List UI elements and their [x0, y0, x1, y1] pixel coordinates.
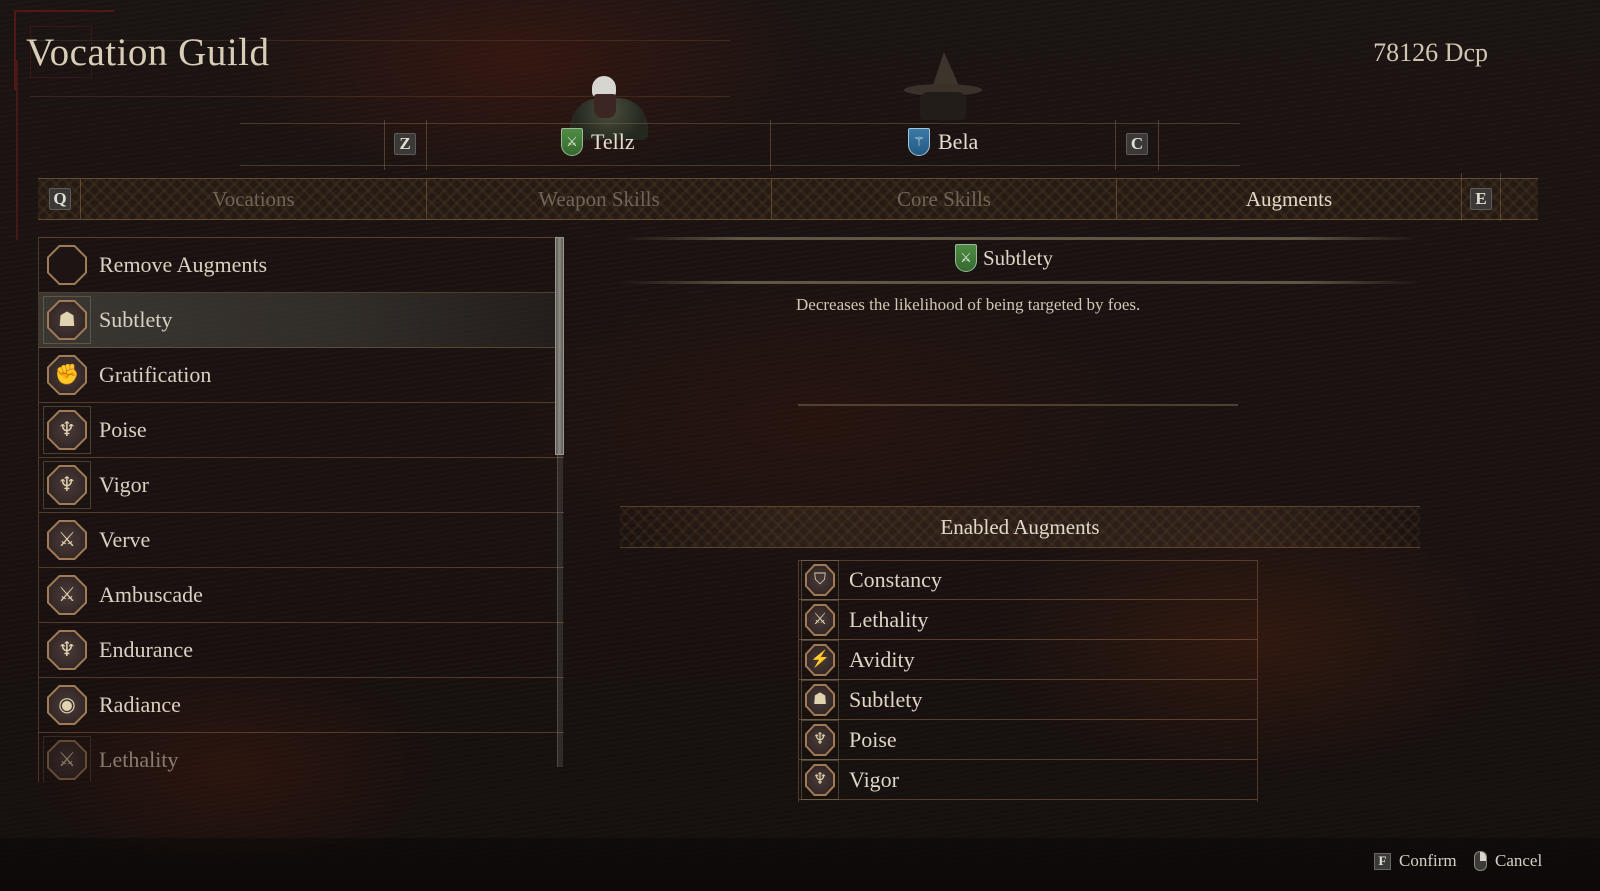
detail-header-top-line [620, 237, 1420, 240]
character-row-top-line [240, 123, 1240, 124]
list-item-label: Subtlety [99, 307, 173, 332]
enabled-augment-label: Vigor [849, 767, 900, 792]
divider [1158, 120, 1159, 170]
list-item-remove-augments[interactable]: Remove Augments [39, 238, 564, 293]
crossed-swords-icon: ⚔ [43, 736, 91, 782]
empty-octagon-icon [45, 243, 89, 287]
list-item-label: Endurance [99, 637, 194, 662]
crossed-daggers-shield-icon: ⚔ [955, 244, 977, 272]
enabled-augment-label: Poise [849, 727, 897, 752]
detail-description: Decreases the likelihood of being target… [796, 295, 1141, 314]
staff-shield-icon: ⚚ [908, 128, 930, 156]
list-item-gratification[interactable]: ✊ Gratification [39, 348, 564, 403]
flexing-body-icon: ♆ [45, 628, 89, 672]
list-item-label: Lethality [99, 747, 179, 772]
next-character-key[interactable]: C [1126, 133, 1148, 155]
divider [1115, 120, 1116, 170]
character-tab-bela[interactable]: ⚚ Bela [908, 128, 978, 156]
character-row-bottom-line [240, 165, 1240, 166]
enabled-augment-label: Lethality [849, 607, 929, 632]
flexing-body-icon: ♆ [801, 720, 839, 760]
list-item-label: Remove Augments [99, 252, 268, 277]
list-item-ambuscade[interactable]: ⚔ Ambuscade [39, 568, 564, 623]
tab-bar: Q Vocations Weapon Skills Core Skills Au… [38, 173, 1538, 221]
enabled-augment-poise[interactable]: ♆ Poise [799, 720, 1257, 760]
list-item-subtlety[interactable]: ☗ Subtlety [39, 293, 564, 348]
enabled-augment-subtlety[interactable]: ☗ Subtlety [799, 680, 1257, 720]
list-item-vigor[interactable]: ♆ Vigor [39, 458, 564, 513]
character-name: Bela [938, 129, 979, 154]
footer-bar [0, 838, 1600, 891]
crossed-swords-icon: ⚔ [45, 518, 89, 562]
tab-weapon-skills[interactable]: Weapon Skills [426, 179, 771, 219]
list-item-label: Radiance [99, 692, 181, 717]
prev-tab-key[interactable]: Q [49, 188, 71, 210]
scrollbar-thumb[interactable] [555, 237, 564, 455]
hooded-figure-icon: ☗ [43, 296, 91, 344]
enabled-augment-label: Subtlety [849, 687, 923, 712]
confirm-label: Confirm [1399, 851, 1457, 870]
confirm-hint[interactable]: F Confirm [1374, 851, 1457, 871]
enabled-augment-label: Constancy [849, 567, 942, 592]
divider [1461, 173, 1462, 221]
mouse-right-click-icon [1474, 851, 1487, 871]
confirm-key: F [1374, 852, 1391, 870]
tab-vocations[interactable]: Vocations [80, 179, 426, 219]
flexing-body-icon: ♆ [43, 461, 91, 509]
divider [384, 120, 385, 170]
character-name: Tellz [591, 129, 635, 154]
detail-header-bottom-line [620, 281, 1420, 284]
crossed-swords-icon: ⚔ [45, 573, 89, 617]
list-item-lethality[interactable]: ⚔ Lethality [39, 733, 564, 782]
enabled-augment-constancy[interactable]: ⛉ Constancy [799, 560, 1257, 600]
shield-icon: ⛉ [801, 560, 839, 600]
raised-fist-icon: ✊ [45, 353, 89, 397]
list-item-poise[interactable]: ♆ Poise [39, 403, 564, 458]
hooded-figure-icon: ☗ [801, 680, 839, 720]
detail-title: ⚔ Subtlety [955, 244, 1053, 272]
divider [426, 120, 427, 170]
tab-augments[interactable]: Augments [1116, 179, 1461, 219]
crossed-swords-icon: ⚔ [801, 600, 839, 640]
tab-core-skills[interactable]: Core Skills [771, 179, 1116, 219]
frame-edge [16, 60, 18, 240]
augment-list: Remove Augments ☗ Subtlety ✊ Gratificati… [38, 237, 564, 782]
character-tab-tellz[interactable]: ⚔ Tellz [561, 128, 635, 156]
running-figure-icon: ⚡ [801, 640, 839, 680]
list-item-label: Vigor [99, 472, 150, 497]
divider [1500, 173, 1501, 221]
list-item-endurance[interactable]: ♆ Endurance [39, 623, 564, 678]
divider [798, 404, 1238, 406]
enabled-augments-list: ⛉ Constancy ⚔ Lethality ⚡ Avidity ☗ Subt… [798, 560, 1258, 802]
list-item-label: Ambuscade [99, 582, 203, 607]
list-item-label: Gratification [99, 362, 212, 387]
enabled-augment-label: Avidity [849, 647, 915, 672]
bela-portrait [904, 52, 984, 132]
enabled-augment-avidity[interactable]: ⚡ Avidity [799, 640, 1257, 680]
page-title: Vocation Guild [26, 31, 270, 74]
detail-title-text: Subtlety [983, 245, 1054, 270]
flexing-body-icon: ♆ [801, 760, 839, 800]
cancel-hint[interactable]: Cancel [1474, 851, 1542, 871]
list-item-radiance[interactable]: ◉ Radiance [39, 678, 564, 733]
enabled-augments-heading: Enabled Augments [620, 506, 1420, 548]
eye-icon: ◉ [45, 683, 89, 727]
cancel-label: Cancel [1495, 851, 1543, 870]
list-item-label: Poise [99, 417, 147, 442]
prev-character-key[interactable]: Z [394, 133, 416, 155]
flexing-body-icon: ♆ [43, 406, 91, 454]
divider [770, 120, 771, 170]
enabled-augment-vigor[interactable]: ♆ Vigor [799, 760, 1257, 800]
list-item-verve[interactable]: ⚔ Verve [39, 513, 564, 568]
currency-display: 78126 Dcp [1373, 38, 1488, 67]
next-tab-key[interactable]: E [1470, 188, 1492, 210]
enabled-augment-lethality[interactable]: ⚔ Lethality [799, 600, 1257, 640]
crossed-daggers-shield-icon: ⚔ [561, 128, 583, 156]
list-item-label: Verve [99, 527, 151, 552]
